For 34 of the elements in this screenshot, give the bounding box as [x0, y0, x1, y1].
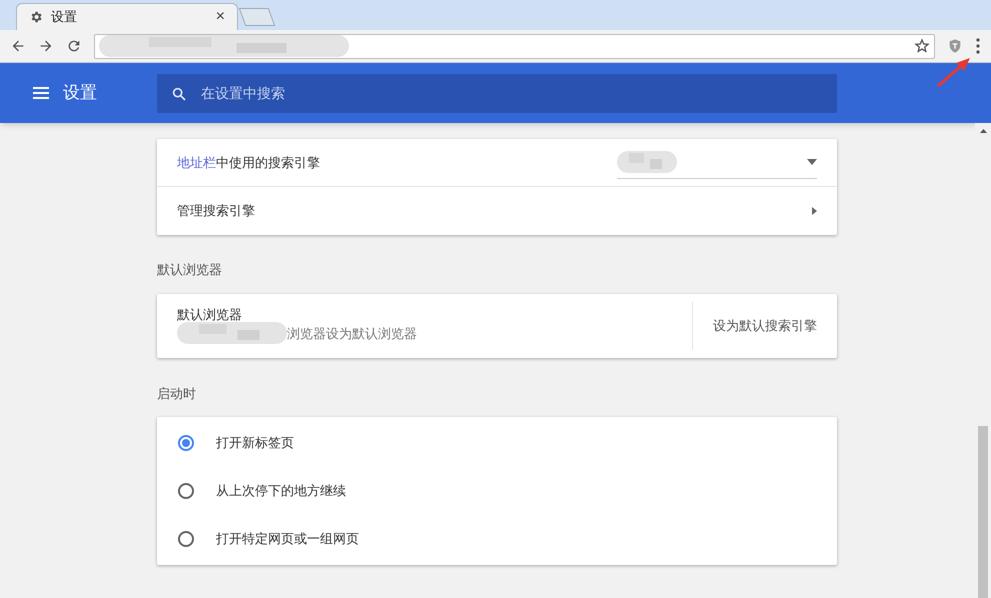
radio-button[interactable] [178, 483, 194, 499]
annotation-arrow [936, 57, 972, 88]
close-button[interactable]: × [216, 5, 225, 29]
setting-description: 浏览器设为默认浏览器 [287, 324, 417, 342]
scroll-up-icon[interactable] [980, 129, 986, 133]
setting-title: 默认浏览器 [177, 306, 243, 324]
make-default-button[interactable]: 设为默认搜索引擎 [693, 294, 837, 358]
search-icon [171, 86, 187, 102]
gear-icon [29, 10, 43, 24]
forward-icon[interactable] [38, 38, 54, 54]
radio-option[interactable]: 打开特定网页或一组网页 [157, 515, 837, 563]
blurred-redaction [617, 149, 677, 175]
dropdown-arrow-icon [807, 159, 817, 165]
search-field[interactable]: 在设置中搜索 [157, 74, 837, 112]
star-icon[interactable] [914, 38, 930, 54]
chevron-right-icon [812, 207, 817, 215]
radio-option[interactable]: 打开新标签页 [157, 419, 837, 467]
scrollbar-thumb[interactable] [978, 426, 988, 598]
menu-icon[interactable] [975, 38, 981, 54]
address-bar-link[interactable]: 地址栏 [177, 154, 216, 170]
manage-search-engines-row[interactable]: 管理搜索引擎 [157, 187, 837, 235]
radio-button[interactable] [178, 435, 194, 451]
radio-button[interactable] [178, 531, 194, 547]
setting-label: 地址栏中使用的搜索引擎 [177, 154, 320, 172]
back-icon[interactable] [10, 38, 26, 54]
menu-icon[interactable] [33, 86, 49, 100]
radio-option[interactable]: 从上次停下的地方继续 [157, 467, 837, 515]
section-heading: 默认浏览器 [157, 261, 223, 279]
shield-icon[interactable] [947, 38, 963, 54]
section-heading: 启动时 [157, 384, 197, 402]
tab-title: 设置 [51, 8, 78, 26]
reload-icon[interactable] [66, 38, 82, 54]
page-title: 设置 [63, 82, 98, 104]
browser-tab[interactable]: 设置 × [16, 3, 238, 30]
